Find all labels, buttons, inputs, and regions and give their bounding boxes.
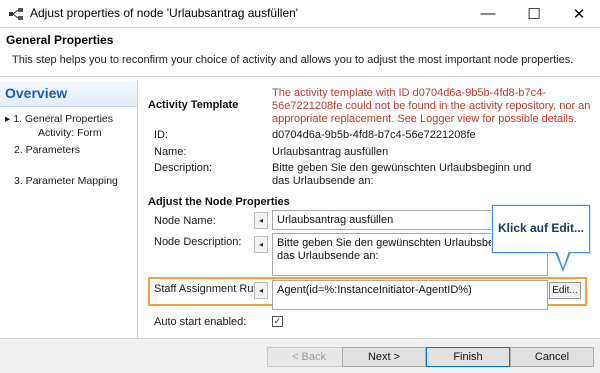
header-divider xyxy=(0,76,600,77)
next-button[interactable]: Next > xyxy=(342,347,426,367)
edit-button[interactable]: Edit... xyxy=(549,282,581,299)
app-icon xyxy=(9,8,23,20)
staff-assignment-input[interactable]: Agent(id=%:InstanceInitiator-AgentID%) xyxy=(272,280,548,310)
auto-start-checkbox[interactable]: ✓ xyxy=(272,316,283,327)
node-description-label: Node Description: xyxy=(154,236,242,248)
cancel-button[interactable]: Cancel xyxy=(510,347,594,367)
finish-button[interactable]: Finish xyxy=(426,347,510,367)
page-title: General Properties xyxy=(6,33,114,47)
id-label: ID: xyxy=(154,129,169,141)
description-label: Description: xyxy=(154,162,213,174)
auto-start-label: Auto start enabled: xyxy=(154,316,247,328)
nav-item-parameters[interactable]: 2. Parameters xyxy=(14,144,80,156)
callout-text: Klick auf Edit... xyxy=(497,221,584,235)
back-button[interactable]: < Back xyxy=(267,347,351,367)
description-value: Bitte geben Sie den gewünschten Urlaubsb… xyxy=(272,162,532,187)
nav-item-parameter-mapping[interactable]: 3. Parameter Mapping xyxy=(14,175,118,187)
node-description-reset-button[interactable]: ◂ xyxy=(254,236,268,253)
header-divider-top xyxy=(0,27,600,28)
page-description: This step helps you to reconfirm your ch… xyxy=(12,54,574,66)
nav-item-general-properties[interactable]: ▸ 1. General Properties xyxy=(5,113,113,125)
name-label: Name: xyxy=(154,146,187,158)
minimize-button[interactable]: — xyxy=(465,0,511,27)
overview-title: Overview xyxy=(5,85,68,101)
close-button[interactable]: ✕ xyxy=(556,0,600,27)
staff-assignment-label: Staff Assignment Rule: xyxy=(154,283,266,295)
node-properties-title: Adjust the Node Properties xyxy=(148,196,290,208)
nav-item-activity-form[interactable]: Activity: Form xyxy=(38,127,102,139)
id-value: d0704d6a-9b5b-4fd8-b7c4-56e7221208fe xyxy=(272,129,476,141)
name-value: Urlaubsantrag ausfüllen xyxy=(272,146,389,158)
window-title: Adjust properties of node 'Urlaubsantrag… xyxy=(30,6,299,20)
node-name-label: Node Name: xyxy=(154,215,216,227)
activity-template-title: Activity Template xyxy=(148,99,239,111)
callout-tail-fill xyxy=(557,251,569,268)
error-message: The activity template with ID d0704d6a-9… xyxy=(272,87,591,125)
staff-assignment-reset-button[interactable]: ◂ xyxy=(254,282,268,299)
maximize-button[interactable]: ☐ xyxy=(511,0,557,27)
node-name-reset-button[interactable]: ◂ xyxy=(254,212,268,229)
